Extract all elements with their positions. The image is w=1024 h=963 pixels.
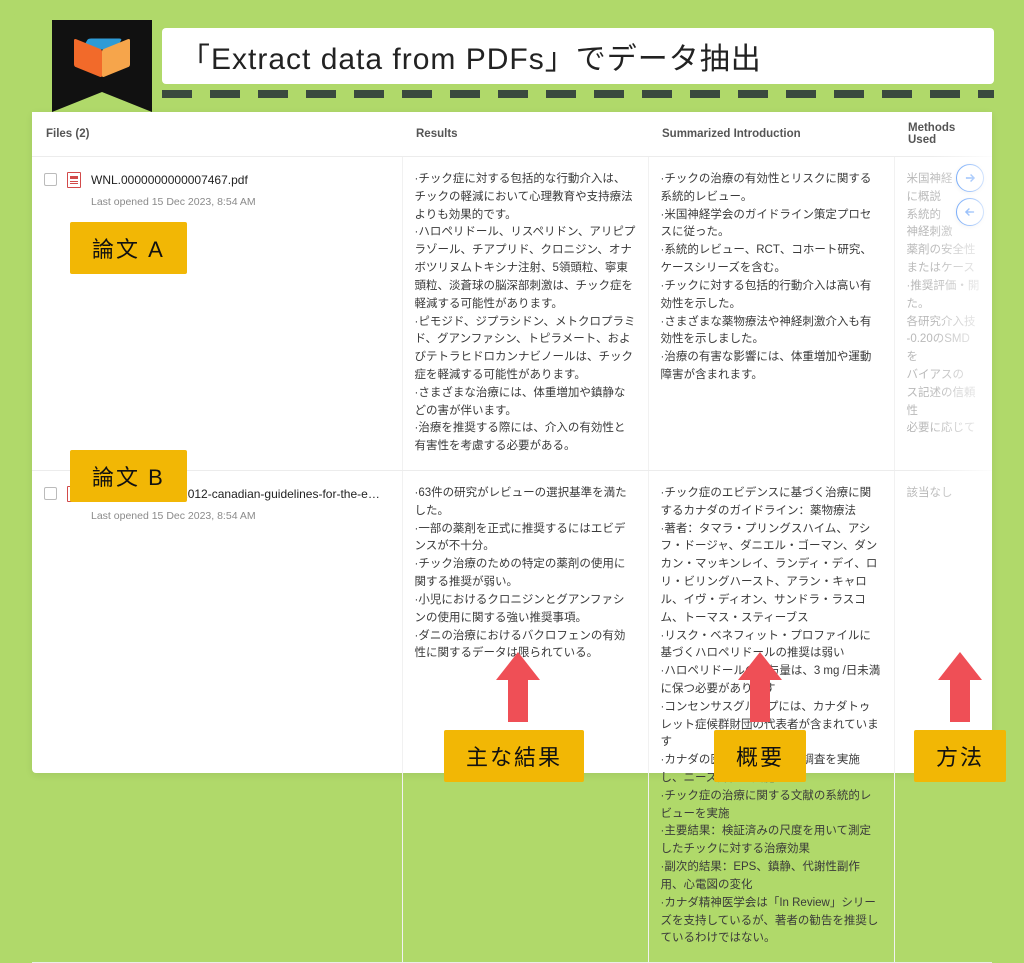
results-cell: ·チック症に対する包括的な行動介入は、チックの軽減において心理教育や支持療法より…: [415, 171, 636, 456]
page-frame: 「Extract data from PDFs」でデータ抽出 Files (2)…: [12, 12, 1012, 805]
scroll-left-button[interactable]: [956, 198, 984, 226]
methods-cell: 該当なし: [907, 485, 981, 503]
col-header-results[interactable]: Results: [402, 112, 648, 157]
row-checkbox[interactable]: [44, 487, 57, 500]
scroll-right-button[interactable]: [956, 164, 984, 192]
results-cell: ·63件の研究がレビューの選択基準を満たした。 ·一部の薬剤を正式に推奨するには…: [415, 485, 636, 663]
col-header-methods[interactable]: Methods Used: [894, 112, 992, 157]
annotation-paper-a: 論文 A: [70, 222, 187, 274]
summary-cell: ·チックの治療の有効性とリスクに関する系統的レビュー。 ·米国神経学会のガイドラ…: [661, 171, 882, 385]
title-underline: [162, 90, 994, 98]
annotation-summary: 概要: [714, 730, 806, 782]
col-header-summary[interactable]: Summarized Introduction: [648, 112, 894, 157]
pdf-icon: [67, 172, 81, 188]
col-header-files[interactable]: Files (2): [32, 112, 402, 157]
row-checkbox[interactable]: [44, 173, 57, 186]
arrow-up-icon: [496, 652, 540, 722]
file-last-opened: Last opened 15 Dec 2023, 8:54 AM: [91, 508, 381, 524]
annotation-methods: 方法: [914, 730, 1006, 782]
arrow-left-icon: [963, 205, 977, 219]
app-logo-icon: [74, 34, 130, 82]
file-name[interactable]: WNL.0000000000007467.pdf: [91, 171, 256, 190]
arrow-up-icon: [938, 652, 982, 722]
page-title: 「Extract data from PDFs」でデータ抽出: [162, 28, 994, 84]
arrow-right-icon: [963, 171, 977, 185]
arrow-up-icon: [738, 652, 782, 722]
file-last-opened: Last opened 15 Dec 2023, 8:54 AM: [91, 194, 256, 210]
annotation-results: 主な結果: [444, 730, 584, 782]
annotation-paper-b: 論文 B: [70, 450, 187, 502]
table-row: WNL.0000000000007467.pdf Last opened 15 …: [32, 157, 992, 471]
